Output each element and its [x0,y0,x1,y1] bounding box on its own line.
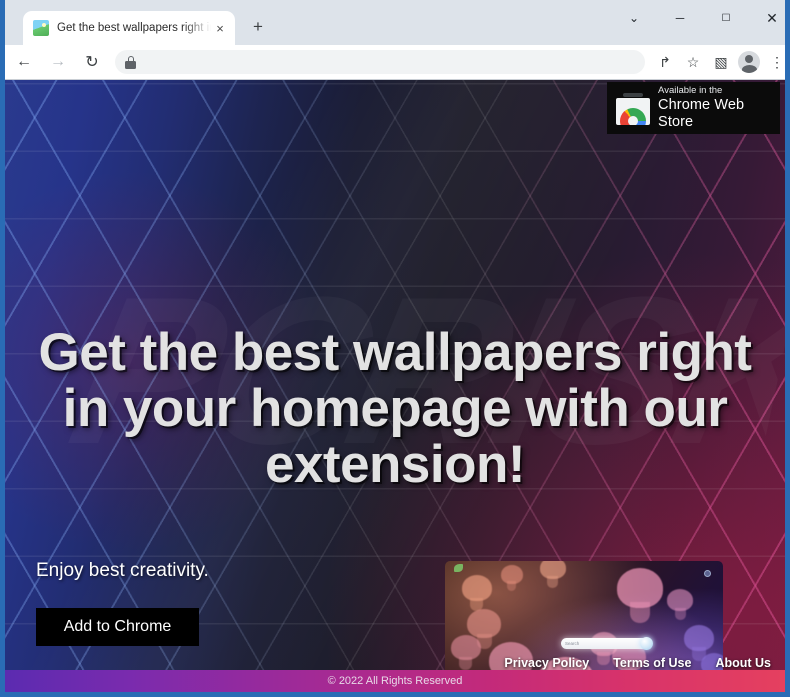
chrome-web-store-badge[interactable]: Available in the Chrome Web Store [607,82,780,134]
footer-link-privacy-policy[interactable]: Privacy Policy [504,656,589,670]
add-to-chrome-button[interactable]: Add to Chrome [36,608,199,646]
tab-title: Get the best wallpapers right in your ho… [57,22,211,34]
browser-window: Get the best wallpapers right in your ho… [0,0,790,697]
preview-leaf-icon [454,564,463,572]
window-controls: ⌄ ─ ☐ ✕ [611,0,785,36]
bookmark-star-icon[interactable]: ☆ [679,48,707,76]
forward-button[interactable]: → [43,47,73,77]
lock-icon [125,55,136,69]
chevron-down-icon[interactable]: ⌄ [611,0,657,36]
close-icon[interactable]: × [211,19,229,37]
image-favicon [33,20,49,36]
maximize-button[interactable]: ☐ [703,0,749,36]
address-bar[interactable] [115,50,645,74]
browser-toolbar: ← → ↻ ↱ ☆ ▧ ⋮ [5,45,785,80]
browser-tab[interactable]: Get the best wallpapers right in your ho… [23,11,235,45]
preview-search-bar[interactable]: Search [561,637,653,650]
badge-line-1: Available in the [658,85,723,96]
minimize-button[interactable]: ─ [657,0,703,36]
reload-button[interactable]: ↻ [77,47,107,77]
chrome-web-store-icon [616,91,650,125]
menu-icon[interactable]: ⋮ [763,48,785,76]
profile-avatar[interactable] [735,48,763,76]
footer-links: Privacy Policy Terms of Use About Us [504,656,771,670]
footer-link-terms-of-use[interactable]: Terms of Use [613,656,691,670]
page-viewport: PCRISK Available in the Chrome Web Store… [5,80,785,692]
page-headline: Get the best wallpapers right in your ho… [38,323,752,494]
close-window-button[interactable]: ✕ [749,0,785,36]
footer-bar: © 2022 All Rights Reserved [5,670,785,692]
new-tab-button[interactable]: + [247,16,269,38]
preview-search-button[interactable] [640,637,653,650]
back-button[interactable]: ← [9,47,39,77]
badge-line-2: Chrome Web Store [658,97,745,130]
tagline: Enjoy best creativity. [36,560,209,581]
tab-strip: Get the best wallpapers right in your ho… [5,0,785,45]
share-icon[interactable]: ↱ [651,48,679,76]
preview-search-placeholder: Search [565,641,580,646]
side-panel-icon[interactable]: ▧ [707,48,735,76]
preview-dot-icon [704,570,711,577]
copyright-text: © 2022 All Rights Reserved [327,675,463,687]
footer-link-about-us[interactable]: About Us [715,656,771,670]
